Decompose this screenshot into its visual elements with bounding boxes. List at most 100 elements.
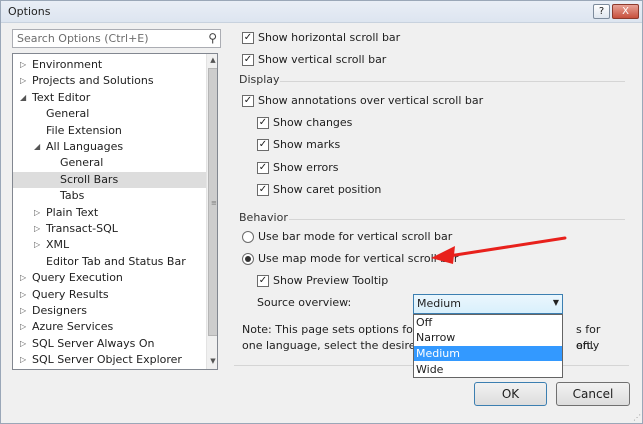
source-overview-options-list[interactable]: Off Narrow Medium Wide xyxy=(413,314,563,378)
tree-item[interactable]: Editor Tab and Status Bar xyxy=(13,254,206,270)
expand-arrow-icon[interactable]: ▷ xyxy=(20,57,30,73)
expand-arrow-icon[interactable]: ▷ xyxy=(20,73,30,89)
radio-button[interactable] xyxy=(242,253,254,265)
checkbox-label: Show changes xyxy=(273,116,353,129)
close-button[interactable]: X xyxy=(612,4,639,19)
tree-item-label: Plain Text xyxy=(46,205,99,219)
checkbox-check-icon[interactable]: ✓ xyxy=(242,95,254,107)
window-title: Options xyxy=(8,5,51,18)
tree-item-label: Text Editor xyxy=(32,90,91,104)
tree-item-label: Azure Services xyxy=(32,320,114,334)
checkbox-check-icon[interactable]: ✓ xyxy=(242,32,254,44)
radio-button[interactable] xyxy=(242,231,254,243)
search-box[interactable]: ⚲ xyxy=(12,29,221,48)
checkbox-label: Show annotations over vertical scroll ba… xyxy=(258,94,484,107)
tree-item-label: Projects and Solutions xyxy=(32,74,154,88)
scroll-grip-icon: ≡ xyxy=(211,199,217,207)
help-button[interactable]: ? xyxy=(593,4,610,19)
dropdown-option-off[interactable]: Off xyxy=(414,315,562,330)
dropdown-option-medium[interactable]: Medium xyxy=(414,346,562,361)
ok-button[interactable]: OK xyxy=(474,382,547,406)
note-line2-start: one language, select the desired la xyxy=(242,339,436,352)
tree-item-label: Tabs xyxy=(60,189,85,203)
tree-item[interactable]: ◢ All Languages xyxy=(13,139,206,155)
tree-item[interactable]: ▷ Query Results xyxy=(13,287,206,303)
checkbox-label: Show vertical scroll bar xyxy=(258,53,387,66)
tree-scrollbar[interactable]: ▲ ≡ ▼ xyxy=(206,54,217,369)
tree-item[interactable]: ▷ SQL Server Always On xyxy=(13,336,206,352)
search-icon[interactable]: ⚲ xyxy=(208,31,217,45)
chevron-down-icon[interactable]: ▼ xyxy=(553,298,559,307)
tree-item[interactable]: ▷ Query Execution xyxy=(13,270,206,286)
checkbox-check-icon[interactable]: ✓ xyxy=(257,184,269,196)
checkbox-check-icon[interactable]: ✓ xyxy=(257,117,269,129)
expand-arrow-icon[interactable]: ▷ xyxy=(20,303,30,319)
title-bar: Options ? X xyxy=(1,1,642,23)
tree-item[interactable]: ▷ Azure Services xyxy=(13,319,206,335)
tree-item-label: Transact-SQL xyxy=(46,222,118,235)
tree-item-label: Designers xyxy=(32,304,87,317)
behavior-group-label: Behavior xyxy=(239,211,288,224)
cancel-button[interactable]: Cancel xyxy=(556,382,630,406)
tree-item[interactable]: ▷ Environment xyxy=(13,57,206,73)
tree-item-label: Editor Tab and Status Bar xyxy=(46,254,186,268)
red-annotation-arrow-icon xyxy=(431,236,567,264)
checkbox-check-icon[interactable]: ✓ xyxy=(257,139,269,151)
tree-item[interactable]: ◢ Text Editor xyxy=(13,90,206,106)
tree-item-label: SQL Server Object Explorer xyxy=(32,353,182,367)
tree-item-label: General xyxy=(60,156,104,170)
tree-item[interactable]: ▷ Transact-SQL xyxy=(13,221,206,237)
tree-item-label: File Extension xyxy=(46,123,122,137)
expand-arrow-icon[interactable]: ▷ xyxy=(34,221,44,237)
tree-item[interactable]: ▷ Designers xyxy=(13,303,206,319)
resize-grip-icon[interactable]: ⋰ xyxy=(633,413,641,422)
tree-item[interactable]: File Extension xyxy=(13,123,206,139)
dropdown-selected-value: Medium xyxy=(417,297,461,310)
search-input[interactable] xyxy=(13,30,199,47)
scroll-down-icon[interactable]: ▼ xyxy=(208,357,217,367)
scroll-thumb[interactable]: ≡ xyxy=(208,68,217,336)
collapse-arrow-icon[interactable]: ◢ xyxy=(20,90,30,106)
options-dialog: Options ? X ⚲ ▷Environment▷Projects and … xyxy=(0,0,643,424)
tree-item-label: Scroll Bars xyxy=(60,172,119,186)
expand-arrow-icon[interactable]: ▷ xyxy=(20,352,30,368)
dropdown-option-wide[interactable]: Wide xyxy=(414,362,562,377)
note-line1-start: Note: This page sets options for all xyxy=(242,323,434,336)
checkbox-label: Show Preview Tooltip xyxy=(273,274,389,287)
options-tree: ▷ Environment ▷ Projects and Solutions ◢ Text… xyxy=(12,53,218,370)
tree-item[interactable]: ▷ XML xyxy=(13,237,206,253)
checkbox-label: Show horizontal scroll bar xyxy=(258,31,401,44)
display-separator xyxy=(280,81,625,82)
source-overview-label: Source overview: xyxy=(257,296,352,309)
scroll-up-icon[interactable]: ▲ xyxy=(208,56,217,66)
source-overview-dropdown[interactable]: Medium ▼ xyxy=(413,294,563,314)
checkbox-check-icon[interactable]: ✓ xyxy=(257,275,269,287)
collapse-arrow-icon[interactable]: ◢ xyxy=(34,139,44,155)
checkbox-label: Show caret position xyxy=(273,183,382,196)
tree-item[interactable]: ▷ SQL Server Object Explorer xyxy=(13,352,206,368)
tree-item[interactable]: ▷ Plain Text xyxy=(13,205,206,221)
tree-item[interactable]: Scroll Bars xyxy=(13,171,206,188)
expand-arrow-icon[interactable]: ▷ xyxy=(20,287,30,303)
expand-arrow-icon[interactable]: ▷ xyxy=(34,205,44,221)
expand-arrow-icon[interactable]: ▷ xyxy=(20,319,30,335)
checkbox-check-icon[interactable]: ✓ xyxy=(257,162,269,174)
tree-item-label: XML xyxy=(46,238,70,252)
checkbox-label: Show errors xyxy=(273,161,339,174)
dropdown-option-narrow[interactable]: Narrow xyxy=(414,330,562,345)
tree-item-label: SQL Server Always On xyxy=(32,336,155,350)
expand-arrow-icon[interactable]: ▷ xyxy=(34,237,44,253)
tree-item-label: Query Execution xyxy=(32,271,123,285)
tree-item[interactable]: General xyxy=(13,155,206,171)
tree-item[interactable]: ▷ Projects and Solutions xyxy=(13,73,206,89)
expand-arrow-icon[interactable]: ▷ xyxy=(20,270,30,286)
tree-item[interactable]: Tabs xyxy=(13,188,206,204)
tree-item-label: All Languages xyxy=(46,140,124,153)
expand-arrow-icon[interactable]: ▷ xyxy=(20,336,30,352)
scroll-bars-settings: ✓ Show horizontal scroll bar ✓ Show vert… xyxy=(234,25,629,378)
tree-item-label: Environment xyxy=(32,58,103,71)
checkbox-label: Show marks xyxy=(273,138,341,151)
checkbox-check-icon[interactable]: ✓ xyxy=(242,54,254,66)
tree-item-label: General xyxy=(46,107,90,121)
tree-item[interactable]: General xyxy=(13,106,206,122)
